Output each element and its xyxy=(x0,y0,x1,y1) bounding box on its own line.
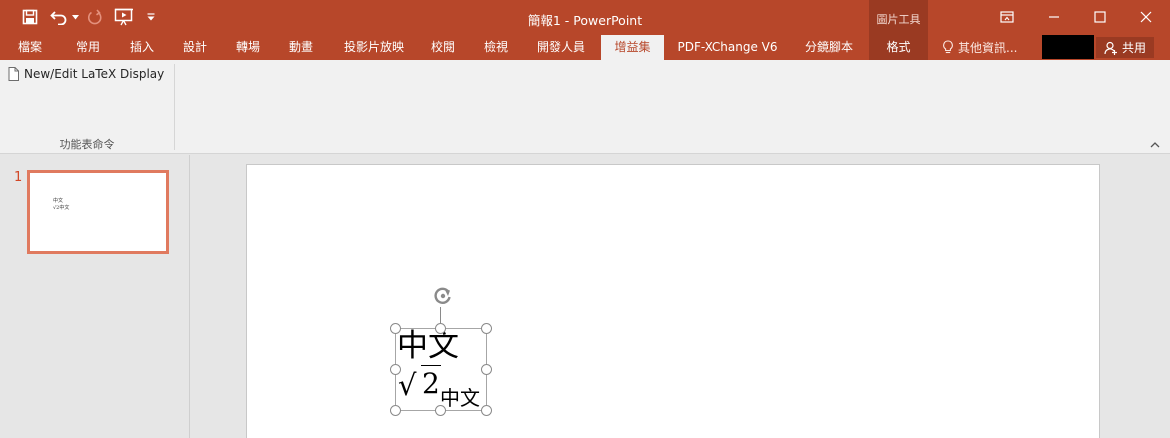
ribbon-group-separator xyxy=(174,64,175,150)
ribbon-panel: New/Edit LaTeX Display 功能表命令 xyxy=(0,60,1170,154)
redo-icon xyxy=(84,6,106,28)
resize-handle-bottom-right[interactable] xyxy=(481,405,492,416)
latex-equation-picture[interactable]: 中文 √ 2 中文 xyxy=(395,328,487,411)
maximize-icon[interactable] xyxy=(1077,0,1123,33)
save-icon[interactable] xyxy=(18,6,42,28)
collapse-ribbon-icon[interactable] xyxy=(1148,138,1162,150)
title-bar: 圖片工具 簡報1 - PowerPoint xyxy=(0,0,1170,60)
document-icon xyxy=(8,67,19,81)
undo-icon[interactable] xyxy=(48,6,70,28)
tab-pdf-xchange[interactable]: PDF-XChange V6 xyxy=(670,35,785,60)
picture-tools-label: 圖片工具 xyxy=(876,13,921,26)
resize-handle-top-left[interactable] xyxy=(390,323,401,334)
tab-view[interactable]: 檢視 xyxy=(470,35,522,60)
latex-button-label: New/Edit LaTeX Display xyxy=(24,67,165,81)
close-icon[interactable] xyxy=(1123,0,1169,33)
resize-handle-top[interactable] xyxy=(435,323,446,334)
resize-handle-right[interactable] xyxy=(481,364,492,375)
tab-design[interactable]: 設計 xyxy=(169,35,221,60)
slide-number: 1 xyxy=(14,170,23,185)
rotate-handle-icon[interactable] xyxy=(431,285,455,307)
equation-sqrt-sign: √ xyxy=(398,368,417,402)
tab-storyboarding[interactable]: 分鏡腳本 xyxy=(794,35,864,60)
equation-line1: 中文 xyxy=(397,328,459,364)
tab-format[interactable]: 格式 xyxy=(869,35,928,60)
ribbon-group-label: 功能表命令 xyxy=(59,138,115,151)
equation-subscript: 中文 xyxy=(440,386,480,410)
account-avatar[interactable] xyxy=(1042,35,1094,59)
tab-insert[interactable]: 插入 xyxy=(116,35,168,60)
tab-home[interactable]: 常用 xyxy=(62,35,114,60)
tab-animations[interactable]: 動畫 xyxy=(275,35,327,60)
undo-dropdown-icon[interactable] xyxy=(70,6,80,28)
tell-me-box[interactable]: 其他資訊... xyxy=(942,35,1017,60)
lightbulb-icon xyxy=(943,40,953,54)
tab-file[interactable]: 檔案 xyxy=(2,35,58,60)
tab-transitions[interactable]: 轉場 xyxy=(222,35,274,60)
share-button[interactable]: 共用 xyxy=(1096,37,1154,58)
slide-canvas[interactable]: 中文 √ 2 中文 xyxy=(246,164,1100,438)
customize-toolbar-icon[interactable] xyxy=(144,6,158,28)
ribbon-display-options-icon[interactable] xyxy=(984,0,1030,33)
tab-review[interactable]: 校閱 xyxy=(417,35,469,60)
minimize-icon[interactable] xyxy=(1031,0,1077,33)
new-edit-latex-display-button[interactable]: New/Edit LaTeX Display xyxy=(8,65,164,83)
share-label: 共用 xyxy=(1121,41,1146,55)
equation-radicand: 2 xyxy=(421,365,441,400)
tab-developer[interactable]: 開發人員 xyxy=(527,35,595,60)
resize-handle-top-right[interactable] xyxy=(481,323,492,334)
resize-handle-bottom-left[interactable] xyxy=(390,405,401,416)
slide-thumbnail[interactable]: 中文 √2中文 xyxy=(27,170,169,254)
tab-add-ins[interactable]: 增益集 xyxy=(601,35,664,60)
ribbon-tab-bar: 檔案 常用 插入 設計 轉場 動畫 投影片放映 校閱 檢視 開發人員 增益集 P… xyxy=(0,35,1170,60)
add-person-icon xyxy=(1104,41,1117,55)
tell-me-label: 其他資訊... xyxy=(958,41,1018,55)
slide-thumbnails-pane: 1 中文 √2中文 xyxy=(0,155,190,438)
resize-handle-bottom[interactable] xyxy=(435,405,446,416)
thumbnail-text-line2: √2中文 xyxy=(53,205,70,211)
slideshow-from-beginning-icon[interactable] xyxy=(112,6,136,28)
tab-slide-show[interactable]: 投影片放映 xyxy=(333,35,415,60)
resize-handle-left[interactable] xyxy=(390,364,401,375)
thumbnail-text-line1: 中文 xyxy=(53,198,64,204)
